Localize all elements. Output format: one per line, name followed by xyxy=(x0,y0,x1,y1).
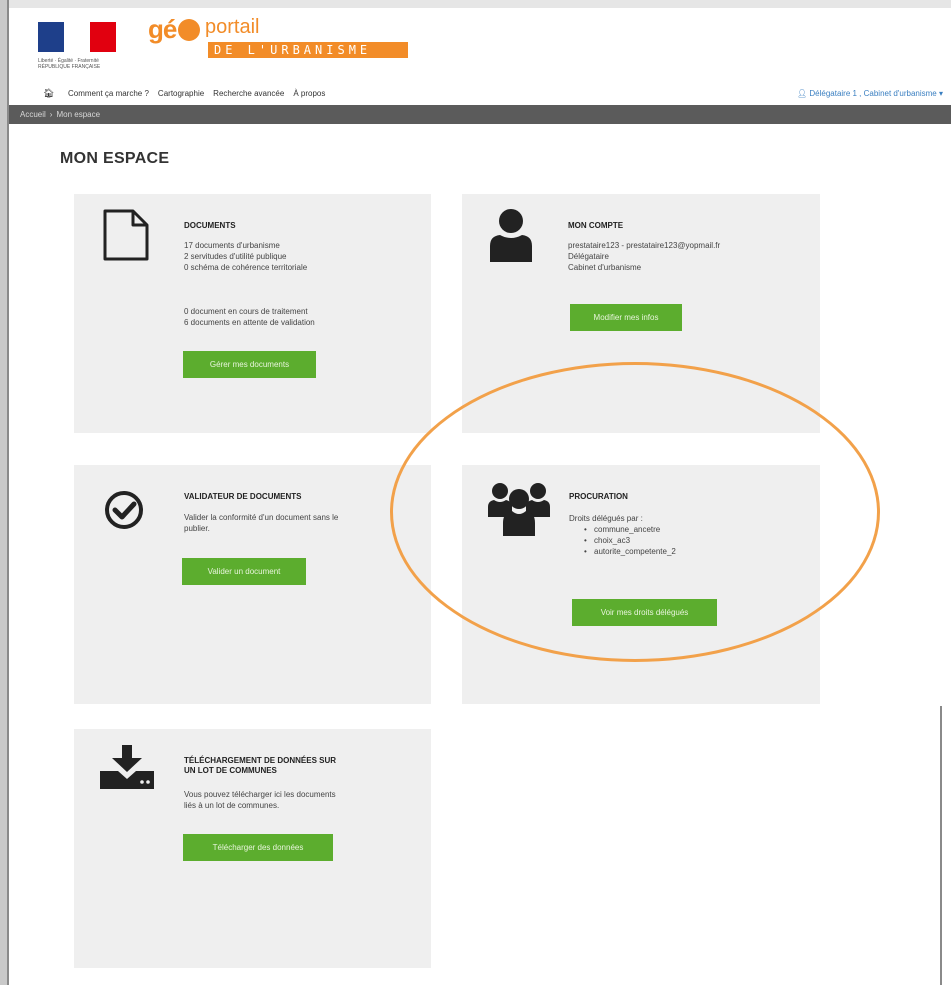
flag-icon xyxy=(38,22,116,52)
window-top-edge xyxy=(9,0,951,8)
account-details: prestataire123 - prestataire123@yopmail.… xyxy=(568,240,720,273)
documents-card: DOCUMENTS 17 documents d'urbanisme 2 ser… xyxy=(74,194,431,433)
download-icon xyxy=(100,745,154,789)
breadcrumb: Accueil › Mon espace xyxy=(20,110,100,119)
rf-logo-text: Liberté · Égalité · Fraternité RÉPUBLIQU… xyxy=(38,58,101,70)
breadcrumb-current: Mon espace xyxy=(56,110,101,119)
site-header: Liberté · Égalité · Fraternité RÉPUBLIQU… xyxy=(20,8,951,83)
account-identifier: prestataire123 - prestataire123@yopmail.… xyxy=(568,241,721,250)
validator-description-line: Valider la conformité d'un document sans… xyxy=(184,513,339,522)
user-icon xyxy=(490,209,532,262)
procuration-intro: Droits délégués par : xyxy=(569,514,643,523)
download-title-line: UN LOT DE COMMUNES xyxy=(184,766,277,775)
procuration-details: Droits délégués par : commune_ancetre ch… xyxy=(569,513,676,557)
validator-description-line: publier. xyxy=(184,524,210,533)
download-description-line: Vous pouvez télécharger ici les document… xyxy=(184,790,336,799)
delegations-list: commune_ancetre choix_ac3 autorite_compe… xyxy=(569,524,676,557)
page-title: MON ESPACE xyxy=(60,150,170,167)
delegation-item: choix_ac3 xyxy=(569,535,676,546)
nav-link-recherche[interactable]: Recherche avancée xyxy=(213,89,284,98)
nav-link-comment[interactable]: Comment ça marche ? xyxy=(68,89,149,98)
account-organisation: Cabinet d'urbanisme xyxy=(568,263,642,272)
account-title: MON COMPTE xyxy=(568,221,624,230)
view-delegated-rights-button[interactable]: Voir mes droits délégués xyxy=(572,599,717,626)
republique-francaise-logo[interactable]: Liberté · Égalité · Fraternité RÉPUBLIQU… xyxy=(30,18,118,73)
download-description: Vous pouvez télécharger ici les document… xyxy=(184,789,336,811)
geoportail-logo[interactable]: gé xyxy=(148,14,202,45)
download-title-line: TÉLÉCHARGEMENT DE DONNÉES SUR xyxy=(184,756,337,765)
procuration-card: PROCURATION Droits délégués par : commun… xyxy=(462,465,820,704)
documents-status-line: 6 documents en attente de validation xyxy=(184,318,315,327)
documents-status: 0 document en cours de traitement 6 docu… xyxy=(184,306,315,328)
urbanisme-logo-banner: DE L'URBANISME xyxy=(208,42,408,58)
documents-stat-line: 2 servitudes d'utilité publique xyxy=(184,252,287,261)
nav-link-cartographie[interactable]: Cartographie xyxy=(158,89,204,98)
delegation-item: commune_ancetre xyxy=(569,524,676,535)
breadcrumb-accueil[interactable]: Accueil xyxy=(20,110,46,119)
nav-link-a-propos[interactable]: À propos xyxy=(293,89,325,98)
user-icon: 👤︎ xyxy=(796,89,808,98)
validator-description: Valider la conformité d'un document sans… xyxy=(184,512,338,534)
globe-icon xyxy=(178,19,201,41)
user-menu-label: Délégataire 1 , Cabinet d'urbanisme ▾ xyxy=(809,89,943,98)
download-data-button[interactable]: Télécharger des données xyxy=(183,834,333,861)
validator-card: VALIDATEUR DE DOCUMENTS Valider la confo… xyxy=(74,465,431,704)
group-icon xyxy=(488,483,550,536)
edit-info-button[interactable]: Modifier mes infos xyxy=(570,304,682,331)
window-right-edge xyxy=(940,706,951,985)
breadcrumb-bar: Accueil › Mon espace xyxy=(9,105,951,124)
top-navigation: 🏠︎ Comment ça marche ? Cartographie Rech… xyxy=(20,83,951,105)
document-icon xyxy=(103,209,149,261)
documents-stats: 17 documents d'urbanisme 2 servitudes d'… xyxy=(184,240,307,273)
delegation-item: autorite_competente_2 xyxy=(569,546,676,557)
breadcrumb-separator: › xyxy=(49,110,53,119)
account-role: Délégataire xyxy=(568,252,609,261)
account-card: MON COMPTE prestataire123 - prestataire1… xyxy=(462,194,820,433)
validator-title: VALIDATEUR DE DOCUMENTS xyxy=(184,492,302,501)
check-circle-icon xyxy=(105,491,143,529)
procuration-title: PROCURATION xyxy=(569,492,628,501)
documents-title: DOCUMENTS xyxy=(184,221,236,230)
geo-logo-text: gé xyxy=(148,14,177,44)
documents-stat-line: 17 documents d'urbanisme xyxy=(184,241,280,250)
manage-documents-button[interactable]: Gérer mes documents xyxy=(183,351,316,378)
home-icon[interactable]: 🏠︎ xyxy=(43,88,54,99)
validate-document-button[interactable]: Valider un document xyxy=(182,558,306,585)
documents-status-line: 0 document en cours de traitement xyxy=(184,307,308,316)
window-left-edge xyxy=(0,0,9,985)
download-title: TÉLÉCHARGEMENT DE DONNÉES SUR UN LOT DE … xyxy=(184,756,336,776)
download-card: TÉLÉCHARGEMENT DE DONNÉES SUR UN LOT DE … xyxy=(74,729,431,968)
download-description-line: liés à un lot de communes. xyxy=(184,801,280,810)
portail-logo-text: portail xyxy=(205,16,260,38)
user-menu[interactable]: 👤︎ Délégataire 1 , Cabinet d'urbanisme ▾ xyxy=(797,89,943,98)
documents-stat-line: 0 schéma de cohérence territoriale xyxy=(184,263,308,272)
